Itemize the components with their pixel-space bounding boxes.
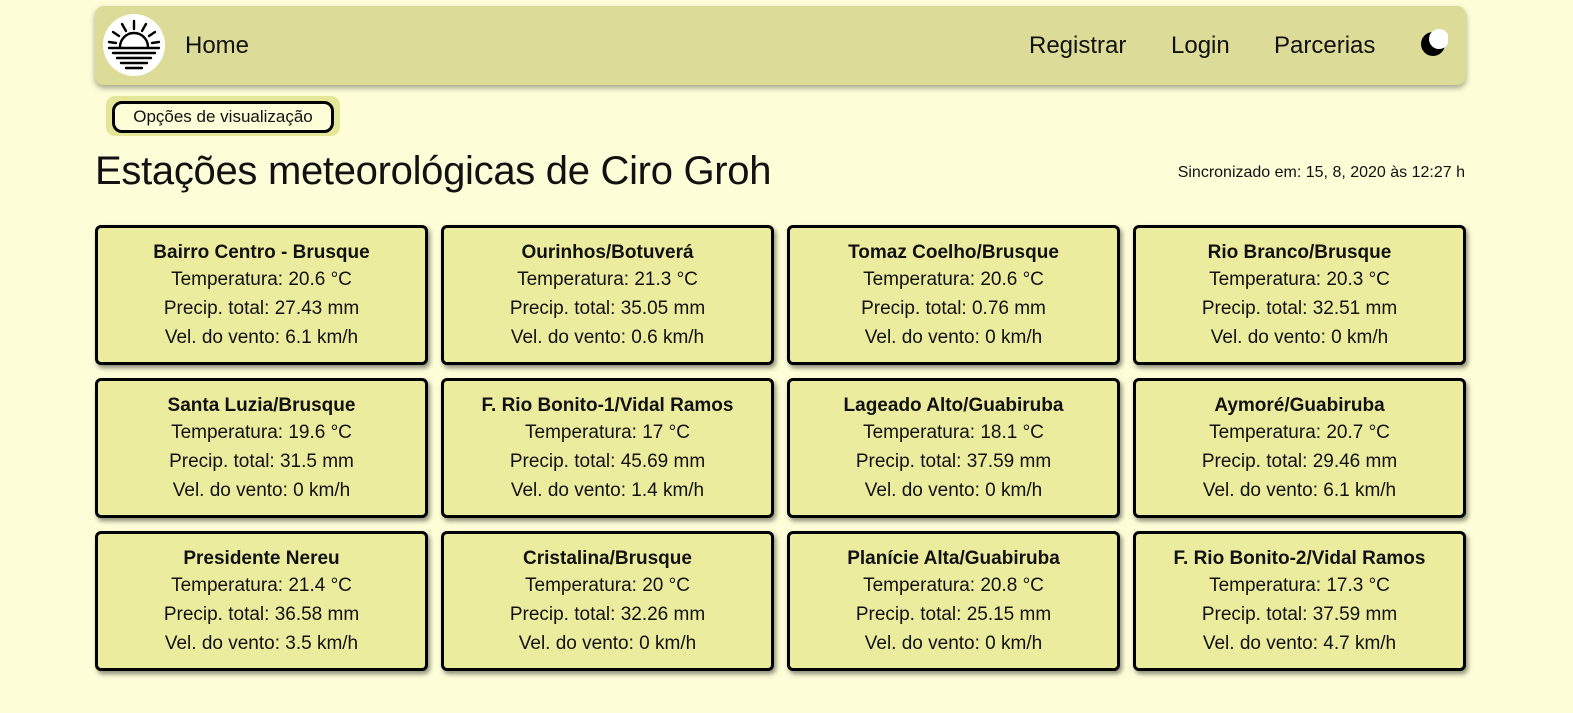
- station-card[interactable]: Bairro Centro - Brusque Temperatura: 20.…: [95, 225, 428, 365]
- station-temperature: Temperatura: 20.6 °C: [171, 269, 352, 290]
- station-name: Rio Branco/Brusque: [1207, 242, 1392, 263]
- moon-icon[interactable]: [1418, 29, 1448, 59]
- station-wind-speed: Vel. do vento: 4.7 km/h: [1202, 633, 1397, 654]
- station-precipitation: Precip. total: 32.51 mm: [1201, 298, 1398, 319]
- view-options-container: Opções de visualização: [106, 96, 340, 136]
- station-name: Santa Luzia/Brusque: [167, 395, 356, 416]
- station-name: Presidente Nereu: [183, 548, 340, 569]
- station-wind-speed: Vel. do vento: 0 km/h: [518, 633, 697, 654]
- nav-parcerias-link[interactable]: Parcerias: [1274, 32, 1375, 60]
- station-wind-speed: Vel. do vento: 0 km/h: [864, 327, 1043, 348]
- page-title: Estações meteorológicas de Ciro Groh: [95, 149, 772, 193]
- station-card[interactable]: Cristalina/Brusque Temperatura: 20 °C Pr…: [441, 531, 774, 671]
- sync-status: Sincronizado em: 15, 8, 2020 às 12:27 h: [1177, 164, 1465, 181]
- station-wind-speed: Vel. do vento: 0 km/h: [864, 480, 1043, 501]
- view-options-button[interactable]: Opções de visualização: [112, 101, 334, 133]
- station-card[interactable]: Aymoré/Guabiruba Temperatura: 20.7 °C Pr…: [1133, 378, 1466, 518]
- station-name: F. Rio Bonito-2/Vidal Ramos: [1173, 548, 1426, 569]
- station-precipitation: Precip. total: 37.59 mm: [855, 451, 1052, 472]
- station-precipitation: Precip. total: 37.59 mm: [1201, 604, 1398, 625]
- station-name: Tomaz Coelho/Brusque: [848, 242, 1059, 263]
- station-temperature: Temperatura: 18.1 °C: [863, 422, 1044, 443]
- station-wind-speed: Vel. do vento: 0.6 km/h: [510, 327, 705, 348]
- station-name: Lageado Alto/Guabiruba: [843, 395, 1064, 416]
- station-temperature: Temperatura: 20.6 °C: [863, 269, 1044, 290]
- station-wind-speed: Vel. do vento: 3.5 km/h: [164, 633, 359, 654]
- station-temperature: Temperatura: 19.6 °C: [171, 422, 352, 443]
- station-precipitation: Precip. total: 27.43 mm: [163, 298, 360, 319]
- station-temperature: Temperatura: 21.4 °C: [171, 575, 352, 596]
- station-name: Cristalina/Brusque: [523, 548, 692, 569]
- station-card[interactable]: F. Rio Bonito-2/Vidal Ramos Temperatura:…: [1133, 531, 1466, 671]
- station-precipitation: Precip. total: 32.26 mm: [509, 604, 706, 625]
- station-temperature: Temperatura: 17.3 °C: [1209, 575, 1390, 596]
- station-temperature: Temperatura: 20 °C: [525, 575, 690, 596]
- station-card[interactable]: Ourinhos/Botuverá Temperatura: 21.3 °C P…: [441, 225, 774, 365]
- stations-grid: Bairro Centro - Brusque Temperatura: 20.…: [95, 225, 1466, 671]
- station-card[interactable]: Presidente Nereu Temperatura: 21.4 °C Pr…: [95, 531, 428, 671]
- station-name: Planície Alta/Guabiruba: [847, 548, 1060, 569]
- station-temperature: Temperatura: 17 °C: [525, 422, 690, 443]
- station-temperature: Temperatura: 20.8 °C: [863, 575, 1044, 596]
- station-wind-speed: Vel. do vento: 1.4 km/h: [510, 480, 705, 501]
- station-temperature: Temperatura: 21.3 °C: [517, 269, 698, 290]
- station-wind-speed: Vel. do vento: 0 km/h: [172, 480, 351, 501]
- navbar: Home Registrar Login Parcerias: [95, 6, 1466, 85]
- station-wind-speed: Vel. do vento: 6.1 km/h: [1202, 480, 1397, 501]
- station-precipitation: Precip. total: 29.46 mm: [1201, 451, 1398, 472]
- station-precipitation: Precip. total: 25.15 mm: [855, 604, 1052, 625]
- station-card[interactable]: F. Rio Bonito-1/Vidal Ramos Temperatura:…: [441, 378, 774, 518]
- nav-home-link[interactable]: Home: [185, 32, 249, 60]
- station-wind-speed: Vel. do vento: 0 km/h: [864, 633, 1043, 654]
- station-temperature: Temperatura: 20.3 °C: [1209, 269, 1390, 290]
- station-name: Bairro Centro - Brusque: [153, 242, 370, 263]
- station-wind-speed: Vel. do vento: 6.1 km/h: [164, 327, 359, 348]
- nav-login-link[interactable]: Login: [1171, 32, 1230, 60]
- station-wind-speed: Vel. do vento: 0 km/h: [1210, 327, 1389, 348]
- sunrise-logo-icon[interactable]: [103, 14, 165, 76]
- station-temperature: Temperatura: 20.7 °C: [1209, 422, 1390, 443]
- nav-registrar-link[interactable]: Registrar: [1029, 32, 1126, 60]
- station-card[interactable]: Rio Branco/Brusque Temperatura: 20.3 °C …: [1133, 225, 1466, 365]
- station-precipitation: Precip. total: 36.58 mm: [163, 604, 360, 625]
- station-name: Aymoré/Guabiruba: [1214, 395, 1385, 416]
- station-name: F. Rio Bonito-1/Vidal Ramos: [481, 395, 734, 416]
- station-card[interactable]: Planície Alta/Guabiruba Temperatura: 20.…: [787, 531, 1120, 671]
- station-card[interactable]: Santa Luzia/Brusque Temperatura: 19.6 °C…: [95, 378, 428, 518]
- station-precipitation: Precip. total: 45.69 mm: [509, 451, 706, 472]
- station-precipitation: Precip. total: 31.5 mm: [169, 451, 354, 472]
- station-precipitation: Precip. total: 0.76 mm: [861, 298, 1046, 319]
- station-precipitation: Precip. total: 35.05 mm: [509, 298, 706, 319]
- station-card[interactable]: Tomaz Coelho/Brusque Temperatura: 20.6 °…: [787, 225, 1120, 365]
- station-card[interactable]: Lageado Alto/Guabiruba Temperatura: 18.1…: [787, 378, 1120, 518]
- station-name: Ourinhos/Botuverá: [521, 242, 694, 263]
